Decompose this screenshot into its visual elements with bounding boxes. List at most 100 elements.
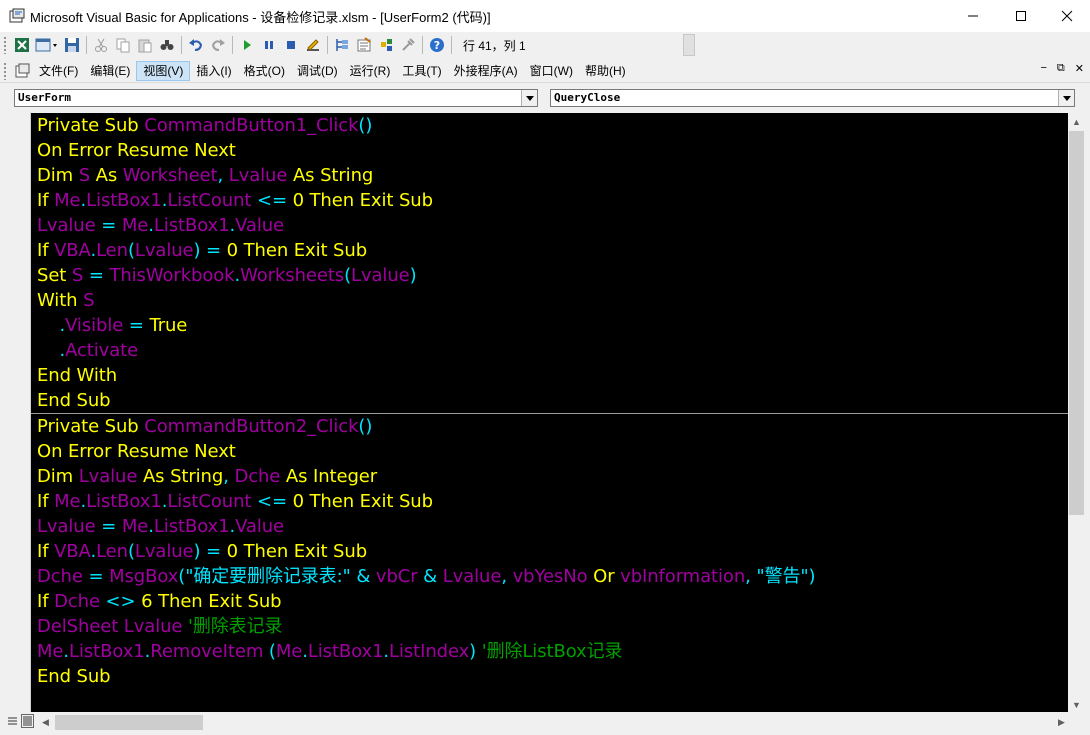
module-menu-icon[interactable] — [11, 60, 33, 82]
menu-run[interactable]: 运行(R) — [344, 61, 397, 81]
code-token: = — [123, 315, 150, 336]
vertical-scroll-thumb[interactable] — [1069, 131, 1084, 515]
object-combo[interactable]: UserForm — [14, 89, 538, 107]
code-token: DelSheet Lvalue — [37, 616, 183, 637]
code-line[interactable]: Private Sub CommandButton2_Click() — [37, 414, 1068, 439]
insert-userform-icon[interactable] — [33, 34, 61, 56]
view-excel-icon[interactable] — [11, 34, 33, 56]
code-token: vbCr — [375, 566, 418, 587]
code-line[interactable]: Lvalue = Me.ListBox1.Value — [37, 514, 1068, 539]
code-line[interactable]: End With — [37, 363, 1068, 388]
break-icon[interactable] — [258, 34, 280, 56]
code-line[interactable]: DelSheet Lvalue '删除表记录 — [37, 614, 1068, 639]
copy-icon[interactable] — [112, 34, 134, 56]
code-line[interactable]: Me.ListBox1.RemoveItem (Me.ListBox1.List… — [37, 639, 1068, 664]
properties-window-icon[interactable] — [353, 34, 375, 56]
menu-format[interactable]: 格式(O) — [238, 61, 291, 81]
minimize-button[interactable] — [950, 0, 996, 32]
redo-icon[interactable] — [207, 34, 229, 56]
design-mode-icon[interactable] — [302, 34, 324, 56]
code-token: ListBox1 — [153, 516, 230, 537]
horizontal-scroll-thumb[interactable] — [55, 715, 203, 730]
code-line[interactable]: .Visible = True — [37, 313, 1068, 338]
code-line[interactable]: Set S = ThisWorkbook.Worksheets(Lvalue) — [37, 263, 1068, 288]
cut-icon[interactable] — [90, 34, 112, 56]
procedure-combo[interactable]: QueryClose — [550, 89, 1075, 107]
code-token: On Error Resume Next — [37, 441, 236, 462]
scroll-up-icon[interactable]: ▲ — [1068, 113, 1085, 130]
menu-help[interactable]: 帮助(H) — [579, 61, 632, 81]
code-line[interactable]: Dim S As Worksheet, Lvalue As String — [37, 163, 1068, 188]
code-line[interactable]: If VBA.Len(Lvalue) = 0 Then Exit Sub — [37, 539, 1068, 564]
close-button[interactable] — [1044, 0, 1090, 32]
chevron-down-icon[interactable] — [1058, 90, 1074, 106]
code-line[interactable]: End Sub — [37, 388, 1068, 413]
code-line[interactable]: With S — [37, 288, 1068, 313]
menu-window[interactable]: 窗口(W) — [524, 61, 579, 81]
margin-indicator-bar[interactable] — [6, 112, 31, 715]
toolbar-overflow-button[interactable] — [683, 34, 695, 56]
code-line[interactable]: If VBA.Len(Lvalue) = 0 Then Exit Sub — [37, 238, 1068, 263]
save-icon[interactable] — [61, 34, 83, 56]
menu-view[interactable]: 视图(V) — [136, 60, 191, 81]
code-token: ( — [127, 240, 135, 261]
code-token: Worksheet — [122, 165, 218, 186]
reset-icon[interactable] — [280, 34, 302, 56]
menubar-grip[interactable] — [3, 61, 7, 80]
scroll-right-icon[interactable]: ▶ — [1053, 714, 1070, 731]
mdi-minimize-button[interactable]: − — [1040, 62, 1046, 75]
code-line[interactable]: If Dche <> 6 Then Exit Sub — [37, 589, 1068, 614]
toolbar-separator — [181, 36, 182, 54]
code-token: End Sub — [37, 390, 111, 411]
menu-file[interactable]: 文件(F) — [33, 61, 84, 81]
code-editor[interactable]: Private Sub CommandButton1_Click() On Err… — [31, 113, 1068, 713]
code-line[interactable]: Lvalue = Me.ListBox1.Value — [37, 213, 1068, 238]
find-icon[interactable] — [156, 34, 178, 56]
help-icon[interactable]: ? — [426, 34, 448, 56]
code-token: S — [71, 265, 84, 286]
toolbar-separator — [451, 36, 452, 54]
mdi-close-button[interactable]: ✕ — [1075, 62, 1084, 75]
code-line[interactable]: Private Sub CommandButton1_Click() — [37, 113, 1068, 138]
code-line[interactable]: Dche = MsgBox("确定要删除记录表:" & vbCr & Lvalu… — [37, 564, 1068, 589]
code-line[interactable]: End Sub — [37, 664, 1068, 689]
menu-edit[interactable]: 编辑(E) — [84, 61, 136, 81]
menu-addins[interactable]: 外接程序(A) — [448, 61, 524, 81]
full-module-view-icon[interactable] — [21, 714, 34, 728]
code-line[interactable]: On Error Resume Next — [37, 138, 1068, 163]
procedure-view-icon[interactable] — [6, 714, 19, 728]
run-icon[interactable] — [236, 34, 258, 56]
toolbox-icon[interactable] — [397, 34, 419, 56]
vertical-scrollbar[interactable]: ▲ ▼ — [1068, 113, 1085, 713]
code-token: Me — [37, 641, 64, 662]
object-browser-icon[interactable] — [375, 34, 397, 56]
procedure-combo-value: QueryClose — [554, 91, 621, 104]
code-token: ListIndex — [389, 641, 470, 662]
code-token: () — [358, 416, 373, 437]
horizontal-scrollbar[interactable]: ◀ ▶ — [37, 714, 1070, 731]
menu-insert[interactable]: 插入(I) — [190, 61, 237, 81]
scroll-left-icon[interactable]: ◀ — [37, 714, 54, 731]
chevron-down-icon[interactable] — [521, 90, 537, 106]
maximize-button[interactable] — [998, 0, 1044, 32]
code-line[interactable]: Dim Lvalue As String, Dche As Integer — [37, 464, 1068, 489]
project-explorer-icon[interactable] — [331, 34, 353, 56]
code-line[interactable]: On Error Resume Next — [37, 439, 1068, 464]
mdi-restore-button[interactable]: ⧉ — [1057, 62, 1065, 75]
code-token: With — [37, 290, 84, 311]
code-line[interactable]: If Me.ListBox1.ListCount <= 0 Then Exit … — [37, 489, 1068, 514]
code-line[interactable]: .Activate — [37, 338, 1068, 363]
paste-icon[interactable] — [134, 34, 156, 56]
scroll-down-icon[interactable]: ▼ — [1068, 696, 1085, 713]
code-token: Lvalue — [351, 265, 410, 286]
menu-debug[interactable]: 调试(D) — [291, 61, 344, 81]
toolbar-grip[interactable] — [3, 36, 7, 54]
code-token: Value — [235, 516, 285, 537]
code-token: Lvalue — [37, 516, 96, 537]
view-buttons — [6, 714, 34, 728]
code-token: Dche — [54, 591, 100, 612]
undo-icon[interactable] — [185, 34, 207, 56]
code-line[interactable]: If Me.ListBox1.ListCount <= 0 Then Exit … — [37, 188, 1068, 213]
code-token: If — [37, 591, 55, 612]
menu-tools[interactable]: 工具(T) — [396, 61, 447, 81]
